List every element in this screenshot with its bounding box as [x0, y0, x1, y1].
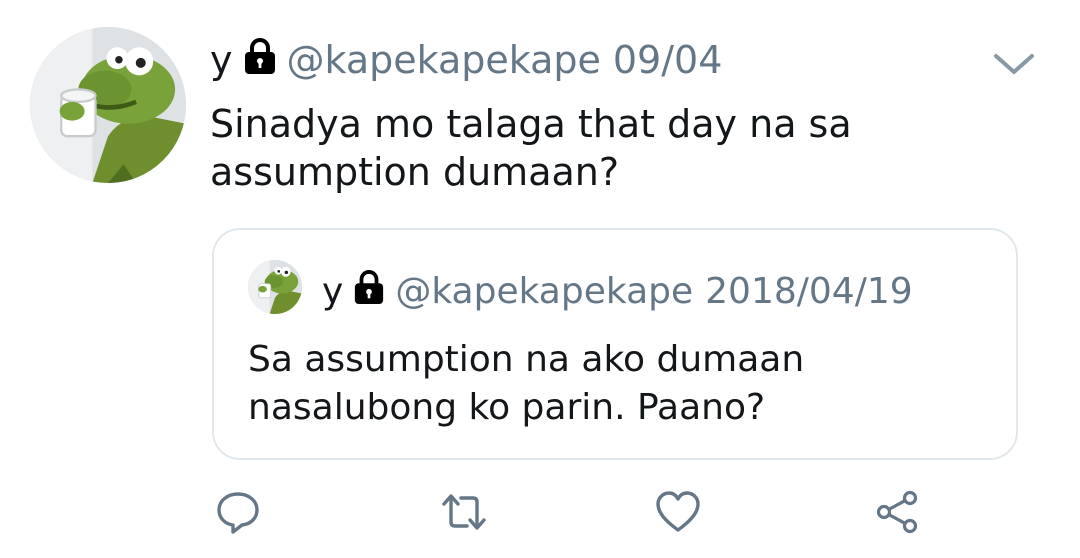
reply-icon[interactable] [212, 486, 264, 538]
quoted-header: y @kapekapekape 2018/04/19 [322, 266, 913, 316]
share-icon[interactable] [870, 486, 922, 538]
quoted-avatar [248, 260, 302, 314]
lock-icon [243, 37, 277, 84]
kermit-avatar-image [248, 260, 302, 314]
kermit-avatar-image [30, 27, 186, 183]
avatar[interactable] [30, 27, 186, 183]
quoted-date: 2018/04/19 [705, 270, 913, 312]
quoted-text: Sa assumption na ako dumaan nasalubong k… [248, 339, 805, 428]
tweet-header: y @kapekapekape 09/04 [210, 32, 722, 88]
retweet-icon[interactable] [438, 486, 490, 538]
tweet-date[interactable]: 09/04 [613, 38, 723, 82]
quoted-user-handle: @kapekapekape [395, 270, 694, 312]
chevron-down-icon[interactable] [990, 46, 1038, 80]
action-bar [0, 486, 1080, 538]
tweet-text: Sinadya mo talaga that day na sa assumpt… [210, 102, 852, 194]
heart-icon[interactable] [652, 486, 704, 538]
lock-icon [353, 269, 385, 314]
quoted-tweet[interactable]: y @kapekapekape 2018/04/19 Sa assumption… [212, 228, 1018, 460]
quoted-display-name: y [322, 270, 344, 312]
display-name[interactable]: y [210, 38, 233, 82]
user-handle[interactable]: @kapekapekape [287, 38, 601, 82]
